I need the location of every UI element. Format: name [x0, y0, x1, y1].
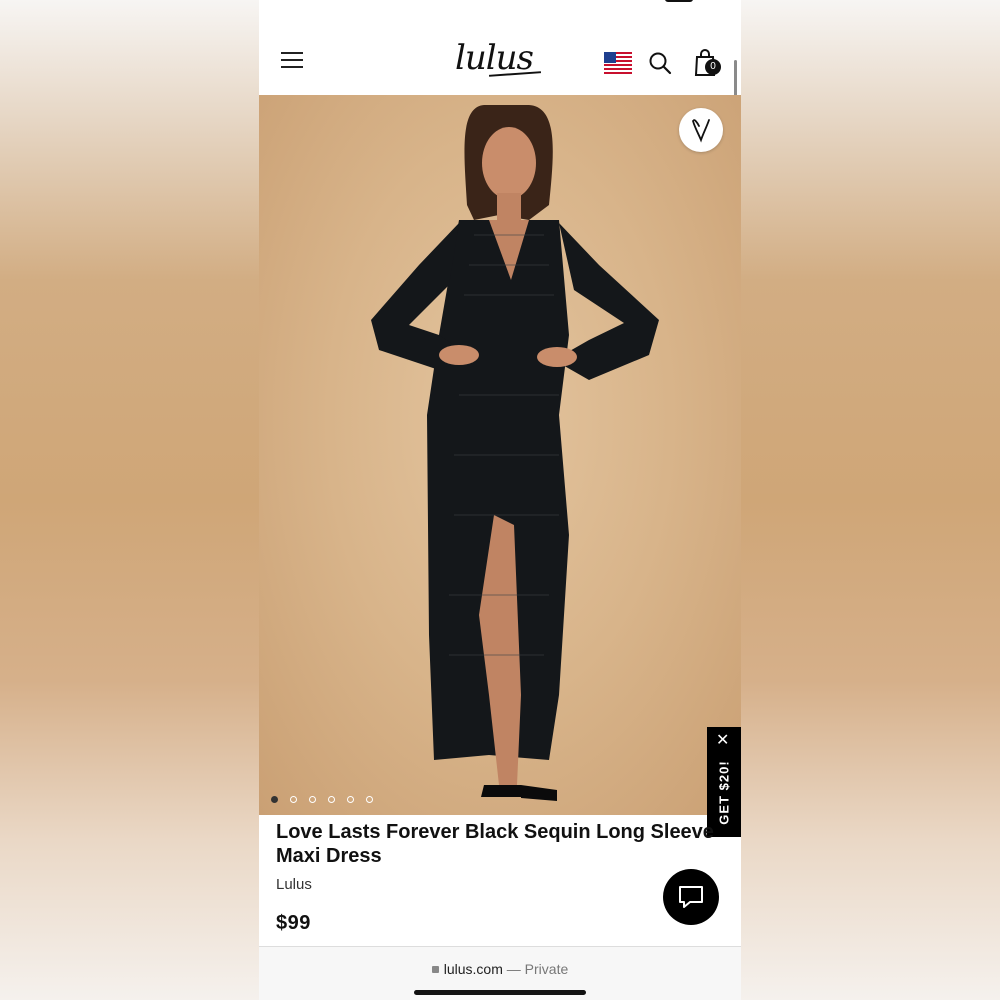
lock-icon: [431, 966, 439, 973]
menu-icon[interactable]: [281, 52, 303, 68]
favorite-button[interactable]: [679, 108, 723, 152]
home-indicator[interactable]: [414, 990, 586, 995]
close-icon[interactable]: ✕: [716, 733, 729, 749]
carousel-dot[interactable]: [347, 796, 354, 803]
product-image[interactable]: [259, 95, 741, 815]
carousel-dot[interactable]: [366, 796, 373, 803]
chat-icon: [679, 886, 703, 908]
heart-icon: [692, 119, 710, 143]
cart-count-badge: 0: [705, 59, 721, 75]
carousel-dot[interactable]: [328, 796, 335, 803]
blurred-background-left: [0, 0, 259, 1000]
us-flag-icon[interactable]: [604, 52, 632, 74]
carousel-dot[interactable]: [309, 796, 316, 803]
phone-screen: lulus 0 ✕ GET $20! Love Lasts Forever Bl…: [259, 0, 741, 1000]
private-mode-label: Private: [524, 961, 569, 977]
carousel-dot[interactable]: [271, 796, 278, 803]
blurred-background-right: [741, 0, 1000, 1000]
site-header: lulus 0: [259, 22, 741, 95]
promo-label[interactable]: GET $20!: [717, 752, 732, 834]
carousel-dot[interactable]: [290, 796, 297, 803]
url-display[interactable]: lulus.com — Private: [259, 961, 741, 977]
image-carousel-dots: [271, 796, 373, 803]
product-title: Love Lasts Forever Black Sequin Long Sle…: [276, 821, 714, 867]
url-separator: —: [502, 961, 525, 977]
url-domain: lulus.com: [443, 961, 503, 977]
search-icon[interactable]: [648, 51, 672, 75]
product-price: $99: [276, 912, 311, 934]
model-silhouette: [371, 105, 659, 801]
product-brand[interactable]: Lulus: [276, 876, 312, 893]
chat-button[interactable]: [663, 869, 719, 925]
status-bar: [259, 0, 741, 22]
battery-icon: [665, 0, 693, 2]
